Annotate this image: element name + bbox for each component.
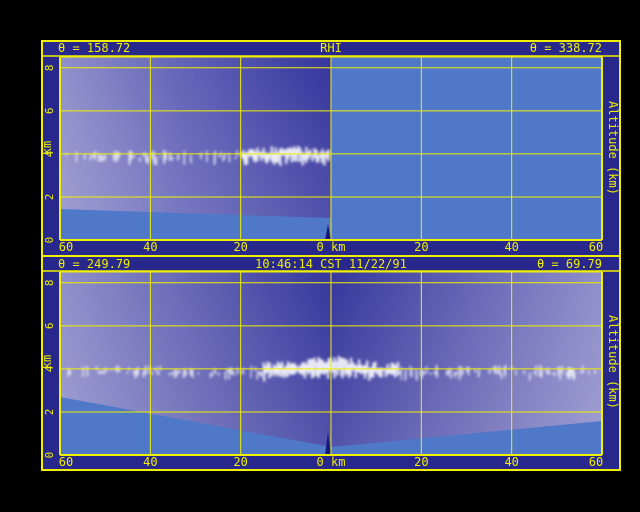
y-tick-label: 4 xyxy=(43,365,56,372)
echo-streak xyxy=(298,147,302,162)
echo-streak xyxy=(455,371,459,375)
panel-bottom-left-angle: θ = 249.79 xyxy=(58,257,130,271)
x-tick-label: 40 xyxy=(143,240,157,254)
x-tick-label: 20 xyxy=(414,455,428,469)
echo-streak xyxy=(296,145,300,155)
echo-streak xyxy=(565,371,569,377)
panel-bottom-timestamp: 10:46:14 CST 11/22/91 xyxy=(255,257,407,271)
y-tick-label: 4 xyxy=(43,150,56,157)
echo-streak xyxy=(209,372,212,378)
echo-streak xyxy=(477,368,481,378)
echo-streak xyxy=(260,371,263,377)
echo-streak xyxy=(265,153,269,164)
rhi-display: θ = 158.72 RHI θ = 338.72 Altitude (km) … xyxy=(40,40,621,471)
y-tick-label: 0 xyxy=(43,237,56,244)
echo-streak xyxy=(365,360,369,374)
echo-streak xyxy=(325,150,329,159)
echo-streak xyxy=(571,368,575,379)
y-tick-label: 2 xyxy=(43,409,56,416)
echo-streak xyxy=(238,370,241,373)
y-tick-label: 0 xyxy=(43,452,56,459)
echo-streak xyxy=(256,371,259,380)
echo-streak xyxy=(243,153,247,165)
x-tick-label: 40 xyxy=(504,240,518,254)
panel-top-right-angle: θ = 338.72 xyxy=(530,41,602,55)
echo-streak xyxy=(435,365,439,378)
echo-streak xyxy=(284,365,288,378)
echo-streak xyxy=(467,367,470,376)
echo-streak xyxy=(345,359,349,374)
echo-streak xyxy=(341,357,345,379)
echo-streak xyxy=(184,370,188,376)
echo-streak xyxy=(297,366,300,373)
x-tick-label: 60 xyxy=(59,455,73,469)
echo-streak xyxy=(168,372,172,376)
echo-streak xyxy=(433,371,436,375)
echo-streak xyxy=(262,362,266,382)
x-tick-label: 60 xyxy=(589,240,603,254)
echo-streak xyxy=(224,372,227,380)
echo-streak xyxy=(320,148,324,163)
y-tick-label: 6 xyxy=(43,323,56,330)
echo-streak xyxy=(335,361,339,376)
echo-streak xyxy=(288,147,292,157)
y-tick-label: 2 xyxy=(43,194,56,201)
panel-bottom-right-axis-title: Altitude (km) xyxy=(606,315,620,409)
echo-streak xyxy=(182,368,186,378)
echo-streak xyxy=(404,368,407,381)
y-tick-label: 8 xyxy=(43,279,56,286)
echo-streak xyxy=(343,358,347,376)
x-tick-label: 60 xyxy=(589,455,603,469)
echo-streak xyxy=(504,365,507,377)
echo-streak xyxy=(250,365,253,379)
echo-streak xyxy=(278,148,282,167)
echo-streak xyxy=(171,371,174,376)
echo-streak xyxy=(303,153,307,161)
echo-streak xyxy=(189,154,193,164)
echo-streak xyxy=(114,150,117,163)
echo-streak xyxy=(240,371,243,374)
x-tick-label: 60 xyxy=(59,240,73,254)
echo-streak xyxy=(89,154,92,161)
panel-bottom-right-angle: θ = 69.79 xyxy=(537,257,602,271)
echo-streak xyxy=(178,370,182,373)
echo-streak xyxy=(353,364,357,378)
echo-streak xyxy=(422,371,426,375)
echo-streak xyxy=(270,368,274,377)
echo-streak xyxy=(573,371,576,381)
y-tick-label: 6 xyxy=(43,108,56,115)
echo-streak xyxy=(393,365,398,378)
echo-streak xyxy=(579,371,583,374)
echo-streak xyxy=(316,155,320,162)
panel-top-right-axis-title: Altitude (km) xyxy=(606,101,620,195)
x-tick-label: 40 xyxy=(143,455,157,469)
panel-top-left-angle: θ = 158.72 xyxy=(58,41,130,55)
y-tick-label: 8 xyxy=(43,64,56,71)
x-tick-label: 20 xyxy=(233,240,247,254)
echo-streak xyxy=(255,147,259,162)
x-tick-label: 20 xyxy=(233,455,247,469)
echo-streak xyxy=(447,369,450,376)
echo-streak xyxy=(522,370,526,374)
echo-streak xyxy=(142,152,145,157)
panel-bottom: θ = 249.79 10:46:14 CST 11/22/91 θ = 69.… xyxy=(40,255,621,471)
echo-streak xyxy=(211,370,214,378)
echo-streak xyxy=(101,155,105,162)
x-tick-label: 40 xyxy=(504,455,518,469)
x-tick-label: 20 xyxy=(414,240,428,254)
echo-streak xyxy=(384,368,388,378)
x-tick-label: 0 km xyxy=(317,240,346,254)
panel-top-title: RHI xyxy=(320,41,342,55)
x-tick-label: 0 km xyxy=(317,455,346,469)
echo-streak xyxy=(259,151,263,161)
panel-top: θ = 158.72 RHI θ = 338.72 Altitude (km) … xyxy=(40,40,621,257)
echo-streak xyxy=(312,357,316,378)
echo-streak xyxy=(85,365,89,377)
echo-streak xyxy=(415,368,418,381)
echo-streak xyxy=(474,368,477,373)
